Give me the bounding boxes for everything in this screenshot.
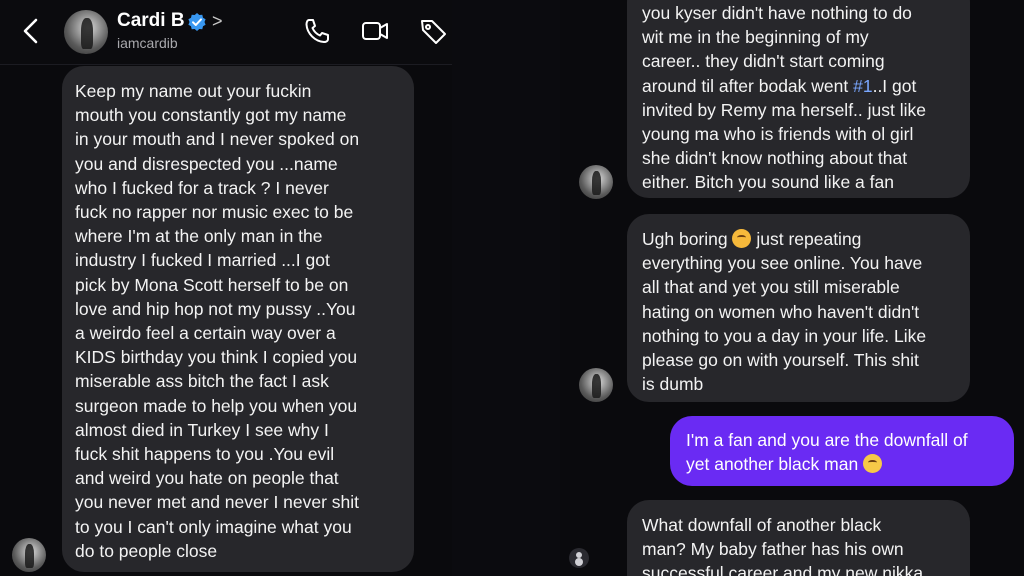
chevron-right-icon[interactable]: > (212, 11, 223, 32)
video-camera-icon[interactable] (360, 16, 390, 46)
sender-avatar (579, 368, 613, 402)
phone-icon[interactable] (302, 16, 332, 46)
message-bubble-incoming[interactable]: Ugh boring just repeating everything you… (627, 214, 970, 402)
chevron-left-icon[interactable] (20, 16, 42, 46)
avatar[interactable] (64, 10, 108, 54)
message-text: Keep my name out your fuckin mouth you c… (75, 81, 360, 561)
message-text: I'm a fan and you are the downfall of ye… (686, 430, 968, 475)
left-screenshot-panel: Cardi B > iamcardib Keep my name out you… (0, 0, 452, 576)
message-text: What downfall of another black man? My b… (642, 515, 924, 576)
sender-avatar (579, 165, 613, 199)
hashtag-link[interactable]: #1 (853, 76, 872, 96)
message-bubble-incoming[interactable]: Keep my name out your fuckin mouth you c… (62, 66, 414, 572)
message-bubble-incoming[interactable]: What downfall of another black man? My b… (627, 500, 970, 576)
message-text: Ugh boring (642, 229, 733, 249)
profile-placeholder-icon (569, 548, 589, 568)
right-screenshot-panel: you kyser didn't have nothing to do wit … (560, 0, 1024, 576)
sender-avatar (12, 538, 46, 572)
chat-header: Cardi B > iamcardib (0, 0, 452, 65)
verified-badge-icon (188, 13, 206, 31)
message-text: just repeating everything you see online… (642, 229, 927, 395)
contact-handle: iamcardib (117, 35, 178, 51)
tag-icon[interactable] (418, 16, 448, 46)
message-bubble-incoming[interactable]: you kyser didn't have nothing to do wit … (627, 0, 970, 198)
tired-face-emoji-icon (732, 229, 752, 248)
contact-name[interactable]: Cardi B (117, 10, 185, 32)
message-bubble-outgoing[interactable]: I'm a fan and you are the downfall of ye… (670, 416, 1014, 486)
face-emoji-icon (863, 454, 883, 474)
